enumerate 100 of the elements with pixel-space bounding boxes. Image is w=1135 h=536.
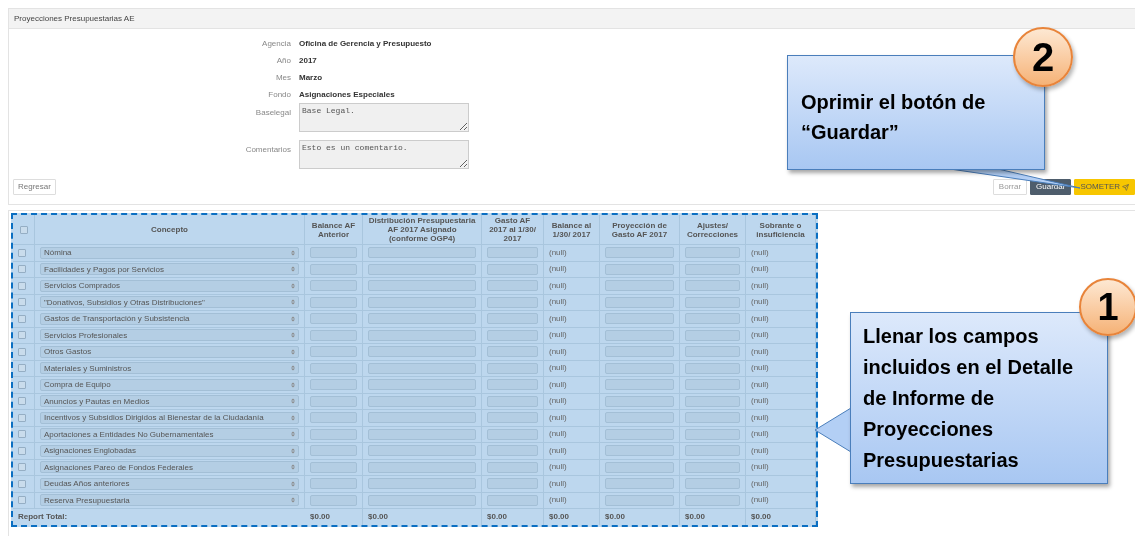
amount-field[interactable] [310,296,357,308]
amount-field[interactable] [487,346,538,358]
concept-select[interactable]: Asignaciones Englobadas [40,444,299,457]
checkbox[interactable] [18,496,26,505]
amount-field[interactable] [368,296,476,308]
amount-field[interactable] [368,329,476,341]
amount-field[interactable] [685,247,740,259]
amount-field[interactable] [685,346,740,358]
amount-field[interactable] [605,296,674,308]
amount-field[interactable] [487,428,538,440]
amount-field[interactable] [368,494,476,506]
amount-field[interactable] [685,494,740,506]
amount-field[interactable] [685,461,740,473]
checkbox[interactable] [18,397,26,406]
text-area[interactable]: Esto es un comentario. [299,140,469,169]
amount-field[interactable] [605,247,674,259]
amount-field[interactable] [487,362,538,374]
amount-field[interactable] [368,280,476,292]
amount-field[interactable] [487,313,538,325]
text-area[interactable]: Base Legal. [299,103,469,132]
amount-field[interactable] [605,461,674,473]
checkbox[interactable] [18,347,26,356]
amount-field[interactable] [487,461,538,473]
checkbox[interactable] [18,331,26,340]
action-button[interactable]: Borrar [992,179,1028,195]
amount-field[interactable] [605,395,674,407]
checkbox[interactable] [18,265,26,274]
amount-field[interactable] [685,395,740,407]
concept-select[interactable]: Servicios Comprados [40,279,299,292]
amount-field[interactable] [368,313,476,325]
amount-field[interactable] [487,494,538,506]
amount-field[interactable] [310,395,357,407]
checkbox[interactable] [18,446,26,455]
action-button[interactable]: SOMETER [1074,179,1135,195]
amount-field[interactable] [310,247,357,259]
amount-field[interactable] [368,263,476,275]
checkbox[interactable] [18,380,26,389]
amount-field[interactable] [605,428,674,440]
amount-field[interactable] [685,478,740,490]
amount-field[interactable] [487,247,538,259]
amount-field[interactable] [310,263,357,275]
amount-field[interactable] [368,379,476,391]
concept-select[interactable]: Facilidades y Pagos por Servicios [40,263,299,276]
amount-field[interactable] [487,412,538,424]
amount-field[interactable] [487,263,538,275]
amount-field[interactable] [310,478,357,490]
concept-select[interactable]: Incentivos y Subsidios Dirigidos al Bienestar de la Ciudadanía [40,411,299,424]
amount-field[interactable] [685,428,740,440]
amount-field[interactable] [487,296,538,308]
checkbox[interactable] [18,314,26,323]
amount-field[interactable] [605,263,674,275]
amount-field[interactable] [310,313,357,325]
amount-field[interactable] [487,280,538,292]
amount-field[interactable] [605,313,674,325]
amount-field[interactable] [685,329,740,341]
amount-field[interactable] [685,313,740,325]
amount-field[interactable] [368,412,476,424]
amount-field[interactable] [487,445,538,457]
amount-field[interactable] [605,445,674,457]
checkbox[interactable] [19,225,28,234]
amount-field[interactable] [685,296,740,308]
concept-select[interactable]: Otros Gastos [40,345,299,358]
amount-field[interactable] [685,412,740,424]
back-button[interactable]: Regresar [13,179,56,195]
concept-select[interactable]: Deudas Años anteriores [40,477,299,490]
amount-field[interactable] [605,280,674,292]
amount-field[interactable] [310,428,357,440]
concept-select[interactable]: Materiales y Suministros [40,362,299,375]
concept-select[interactable]: Reserva Presupuestaria [40,494,299,507]
amount-field[interactable] [310,494,357,506]
amount-field[interactable] [487,379,538,391]
amount-field[interactable] [368,428,476,440]
checkbox[interactable] [18,298,26,307]
amount-field[interactable] [368,445,476,457]
checkbox[interactable] [18,430,26,439]
amount-field[interactable] [685,362,740,374]
concept-select[interactable]: Aportaciones a Entidades No Gubernamentales [40,428,299,441]
checkbox[interactable] [18,364,26,373]
amount-field[interactable] [605,362,674,374]
amount-field[interactable] [685,379,740,391]
concept-select[interactable]: Servicios Profesionales [40,329,299,342]
checkbox[interactable] [18,413,26,422]
amount-field[interactable] [310,362,357,374]
concept-select[interactable]: Nómina [40,246,299,259]
amount-field[interactable] [487,329,538,341]
amount-field[interactable] [368,247,476,259]
amount-field[interactable] [368,362,476,374]
amount-field[interactable] [368,346,476,358]
amount-field[interactable] [310,346,357,358]
amount-field[interactable] [605,379,674,391]
amount-field[interactable] [605,412,674,424]
amount-field[interactable] [685,263,740,275]
amount-field[interactable] [685,280,740,292]
amount-field[interactable] [310,412,357,424]
checkbox[interactable] [18,479,26,488]
amount-field[interactable] [310,461,357,473]
amount-field[interactable] [310,280,357,292]
checkbox[interactable] [18,248,26,257]
amount-field[interactable] [368,478,476,490]
amount-field[interactable] [368,461,476,473]
